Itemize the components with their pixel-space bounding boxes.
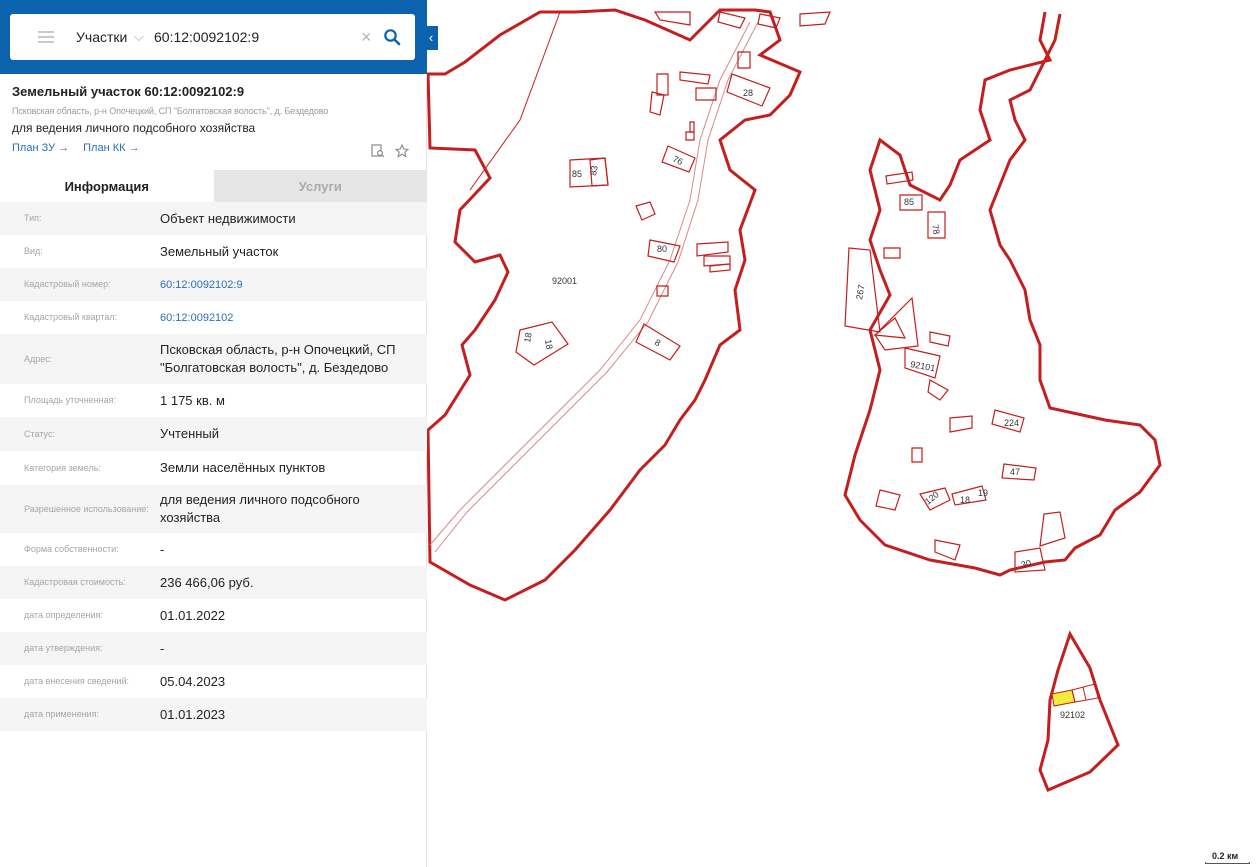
chevron-down-icon[interactable]: ⌵ <box>134 29 150 45</box>
map-label-28: 28 <box>743 88 753 98</box>
info-key: Кадастровый квартал: <box>24 312 118 322</box>
map-label-18c: 18 <box>960 495 970 505</box>
info-key: дата применения: <box>24 709 100 719</box>
info-value: 01.01.2022 <box>160 607 226 623</box>
map-label-47: 47 <box>1010 467 1020 477</box>
info-row-status: Статус: Учтенный <box>0 417 427 451</box>
star-icon[interactable] <box>394 143 410 163</box>
info-row-cadastral-value: Кадастровая стоимость: 236 466,06 руб. <box>0 566 427 599</box>
map-label-19: 19 <box>978 488 988 498</box>
map-label-85b: 85 <box>904 197 914 207</box>
cadastral-quarter-link[interactable]: 60:12:0092102 <box>160 309 415 327</box>
info-key: Разрешенное использование: <box>24 503 149 514</box>
layer-select[interactable]: Участки <box>76 29 134 45</box>
object-use: для ведения личного подсобного хозяйства <box>12 121 256 135</box>
info-row-area: Площадь уточненная: 1 175 кв. м <box>0 384 427 417</box>
cadastral-number-link[interactable]: 60:12:0092102:9 <box>160 276 415 294</box>
info-key: Форма собственности: <box>24 544 119 554</box>
clear-icon[interactable]: × <box>361 27 379 48</box>
map-scale-label: 0.2 км <box>1212 851 1239 861</box>
map-label-18b: 18 <box>543 339 555 351</box>
info-value: Псковская область, р-н Опочецкий, СП "Бо… <box>160 342 396 375</box>
info-key: Адрес: <box>24 353 53 364</box>
tab-information[interactable]: Информация <box>0 170 214 202</box>
info-row-address: Адрес: Псковская область, р-н Опочецкий,… <box>0 334 427 384</box>
map-label-85a: 85 <box>572 169 582 179</box>
map-label-224: 224 <box>1004 418 1019 428</box>
collapse-panel-button[interactable]: ‹ <box>424 26 438 50</box>
info-row-cadastral-number: Кадастровый номер: 60:12:0092102:9 <box>0 268 427 301</box>
info-value: 05.04.2023 <box>160 673 226 689</box>
info-row-type: Тип: Объект недвижимости <box>0 202 427 235</box>
info-row-ownership: Форма собственности: - <box>0 533 427 566</box>
plan-kk-link[interactable]: План КК → <box>83 142 139 154</box>
info-key: Статус: <box>24 428 55 439</box>
map-label-18a: 18 <box>522 332 534 344</box>
map-label-83: 83 <box>588 165 600 177</box>
info-value: Земли населённых пунктов <box>160 460 326 475</box>
info-row-entry-date: дата внесения сведений: 05.04.2023 <box>0 665 427 698</box>
search-bar: Участки ⌵ 60:12:0092102:9 × <box>0 0 427 74</box>
object-address: Псковская область, р-н Опочецкий, СП "Бо… <box>12 106 329 116</box>
info-row-application-date: дата применения: 01.01.2023 <box>0 698 427 731</box>
search-input[interactable]: 60:12:0092102:9 <box>154 29 361 45</box>
map-label-76: 76 <box>671 154 684 167</box>
info-key: Площадь уточненная: <box>24 395 116 405</box>
info-value: Земельный участок <box>160 243 279 259</box>
object-header: Земельный участок 60:12:0092102:9 Псковс… <box>0 74 427 170</box>
map-label-8: 8 <box>653 337 662 348</box>
info-value: Объект недвижимости <box>160 210 296 226</box>
info-value: - <box>160 541 165 557</box>
info-key: Категория земель: <box>24 462 101 473</box>
search-icon[interactable] <box>379 24 405 50</box>
selected-parcel[interactable] <box>1051 689 1076 707</box>
info-row-determination-date: дата определения: 01.01.2022 <box>0 599 427 632</box>
info-value: 1 175 кв. м <box>160 392 225 408</box>
tab-services[interactable]: Услуги <box>213 170 427 202</box>
info-key: дата определения: <box>24 610 103 620</box>
info-key: Тип: <box>24 213 42 223</box>
map-label-30: 30 <box>1020 558 1032 570</box>
road-line-2 <box>434 21 759 553</box>
info-row-kind: Вид: Земельный участок <box>0 235 427 268</box>
adjacent-parcel[interactable] <box>1071 683 1099 703</box>
info-table: Тип: Объект недвижимости Вид: Земельный … <box>0 202 427 731</box>
map-label-80: 80 <box>657 244 667 254</box>
info-key: Кадастровый номер: <box>24 279 111 289</box>
info-row-cadastral-quarter: Кадастровый квартал: 60:12:0092102 <box>0 301 427 334</box>
tab-bar: Информация Услуги <box>0 170 427 202</box>
info-value: Учтенный <box>160 426 220 441</box>
info-row-category: Категория земель: Земли населённых пункт… <box>0 451 427 485</box>
map-scale-bar <box>1205 862 1250 864</box>
info-row-permitted-use: Разрешенное использование: для ведения л… <box>0 485 427 533</box>
quarter-92101-boundary[interactable] <box>843 11 1162 577</box>
info-value: 01.01.2023 <box>160 706 226 722</box>
document-search-icon[interactable] <box>371 144 385 163</box>
info-row-approval-date: дата утверждения: - <box>0 632 427 665</box>
info-key: Кадастровая стоимость: <box>24 577 126 587</box>
info-key: дата внесения сведений: <box>24 676 129 686</box>
info-value: для ведения личного подсобного хозяйства <box>160 492 360 525</box>
info-key: Вид: <box>24 246 43 256</box>
plan-zu-link[interactable]: План ЗУ → <box>12 142 69 154</box>
menu-icon[interactable] <box>38 31 54 43</box>
info-key: дата утверждения: <box>24 643 103 653</box>
map-label-78: 78 <box>930 224 942 236</box>
info-value: - <box>160 640 165 656</box>
info-panel: Участки ⌵ 60:12:0092102:9 × ‹ Земельный … <box>0 0 438 867</box>
object-title: Земельный участок 60:12:0092102:9 <box>12 84 245 99</box>
info-value: 236 466,06 руб. <box>160 574 254 590</box>
map-label-267: 267 <box>854 284 866 301</box>
map-label-92001: 92001 <box>552 276 577 286</box>
search-box: Участки ⌵ 60:12:0092102:9 × <box>10 14 415 60</box>
map-label-92102: 92102 <box>1060 710 1085 720</box>
